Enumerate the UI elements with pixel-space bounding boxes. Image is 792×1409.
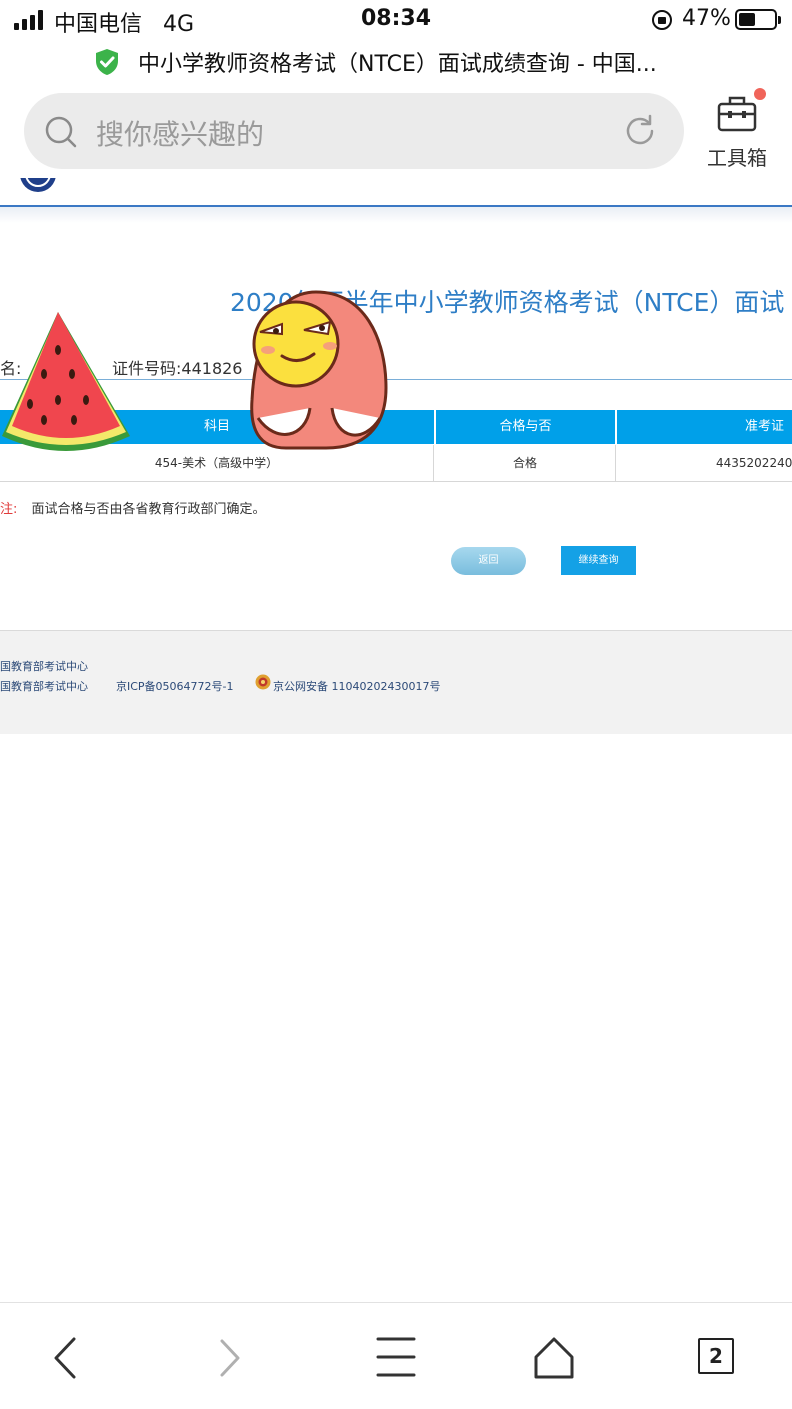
battery-percent: 47% xyxy=(682,6,731,31)
watermelon-sticker xyxy=(2,312,130,451)
tab-count: 2 xyxy=(698,1338,734,1374)
footer-org-line: 国教育部考试中心 xyxy=(0,660,88,673)
chevron-right-icon[interactable] xyxy=(200,1333,260,1383)
footer-police-link[interactable]: 京公网安备 11040202430017号 xyxy=(273,678,440,694)
note-text: 面试合格与否由各省教育行政部门确定。 xyxy=(31,502,266,517)
footer-icp-link[interactable]: 京ICP备05064772号-1 xyxy=(116,678,234,694)
battery-icon xyxy=(735,9,781,30)
note: 注: 面试合格与否由各省教育行政部门确定。 xyxy=(0,498,266,517)
site-footer: 国教育部考试中心 国教育部考试中心 京ICP备05064772号-1 京公网安备… xyxy=(0,630,792,734)
emoji-blanket-sticker xyxy=(250,290,388,450)
refresh-icon[interactable] xyxy=(622,113,658,149)
tabs-button[interactable]: 2 xyxy=(686,1333,746,1383)
note-mark: 注: xyxy=(0,502,18,517)
shield-check-icon xyxy=(96,49,118,75)
toolbox-icon xyxy=(717,96,757,132)
table-cell-ticket: 44352022400 xyxy=(716,456,792,470)
toolbox-label: 工具箱 xyxy=(707,146,767,170)
chevron-left-icon[interactable] xyxy=(36,1333,96,1383)
search-bar[interactable]: 搜你感兴趣的 xyxy=(24,93,684,169)
id-value: 441826 xyxy=(181,359,243,378)
search-icon xyxy=(45,116,77,148)
notification-dot xyxy=(754,88,766,100)
page-title: 中小学教师资格考试（NTCE）面试成绩查询 - 中国... xyxy=(138,52,657,77)
back-button[interactable]: 返回 xyxy=(451,547,526,575)
table-header-ticket: 准考证号 xyxy=(617,410,792,468)
search-input[interactable]: 搜你感兴趣的 xyxy=(96,113,264,153)
police-badge-icon xyxy=(255,674,271,690)
clock: 08:34 xyxy=(360,6,432,31)
orientation-lock-icon xyxy=(652,10,672,30)
battery-fill xyxy=(739,13,755,26)
home-icon[interactable] xyxy=(524,1333,584,1383)
site-header-shadow xyxy=(0,207,792,223)
menu-icon[interactable] xyxy=(366,1333,426,1383)
table-header-pass: 合格与否 xyxy=(436,410,615,444)
page-title-row: 中小学教师资格考试（NTCE）面试成绩查询 - 中国... xyxy=(0,44,792,82)
site-logo xyxy=(14,178,62,194)
table-cell-pass: 合格 xyxy=(435,445,616,482)
continue-query-button[interactable]: 继续查询 xyxy=(561,546,636,575)
toolbox-button[interactable]: 工具箱 xyxy=(700,88,774,170)
browser-nav-bar: 2 xyxy=(0,1302,792,1409)
footer-copyright: 国教育部考试中心 xyxy=(0,680,88,693)
status-bar: 中国电信 4G 08:34 47% xyxy=(0,0,792,40)
